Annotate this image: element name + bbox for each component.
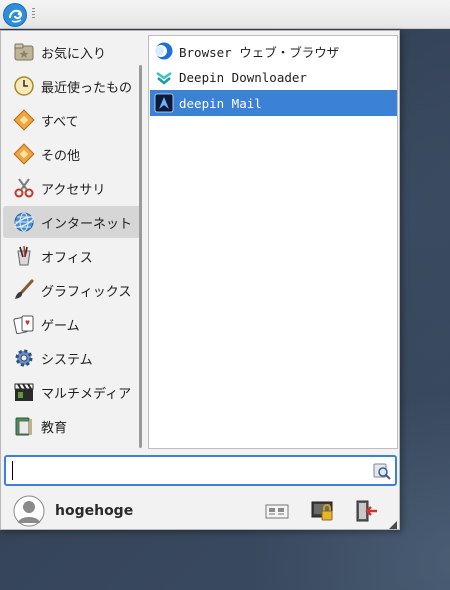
office-icon [17,245,31,266]
browser-icon [155,42,173,60]
application-menu: お気に入り 最近使ったもの すべて その他 アクセサリ インターネット オフィス… [0,30,400,530]
app-label: Browser ウェブ・ブラウザ [179,44,340,60]
category-system[interactable]: システム [3,342,141,374]
deepin-launcher-icon [9,9,23,23]
category-label: アクセサリ [41,182,106,198]
category-other[interactable]: その他 [3,138,141,170]
deepin-downloader-icon [156,71,172,85]
games-cards-icon [13,315,34,335]
category-scrollbar[interactable] [139,65,142,448]
search-input[interactable] [12,461,362,480]
app-label: Deepin Downloader [179,69,307,85]
category-label: システム [41,352,93,368]
search-icon[interactable] [373,462,391,480]
lock-screen-button[interactable] [311,499,335,523]
category-favorites[interactable]: お気に入り [3,36,141,68]
category-label: お気に入り [41,46,107,62]
recent-clock-icon [14,76,34,96]
category-list: お気に入り 最近使ったもの すべて その他 アクセサリ インターネット オフィス… [3,33,141,447]
app-item-deepin-downloader[interactable]: Deepin Downloader [150,64,397,90]
category-office[interactable]: オフィス [3,240,141,272]
category-recent[interactable]: 最近使ったもの [3,70,141,102]
other-applications-icon [13,143,35,165]
internet-globe-icon [14,212,34,232]
app-label: deepin Mail [179,95,262,111]
application-list: Browser ウェブ・ブラウザ Deepin Downloader deepi… [148,35,398,449]
category-internet[interactable]: インターネット [3,206,141,238]
category-games[interactable]: ゲーム [3,308,141,340]
username-label: hogehoge [55,503,134,519]
accessories-scissors-icon [14,178,34,198]
category-label: グラフィックス [41,284,132,300]
user-avatar-icon [13,495,45,527]
system-gear-icon [15,349,33,367]
category-label: マルチメディア [41,386,132,402]
favorites-folder-icon [14,43,34,61]
app-item-browser[interactable]: Browser ウェブ・ブラウザ [150,38,397,64]
deepin-mail-icon [154,93,174,113]
search-box [4,455,397,486]
switch-user-button[interactable] [265,499,289,523]
category-label: 教育 [41,420,68,436]
logout-button[interactable] [355,499,379,523]
category-accessories[interactable]: アクセサリ [3,172,141,204]
category-label: インターネット [41,216,133,232]
logout-icon [356,500,377,522]
category-education[interactable]: 教育 [3,410,141,442]
category-label: その他 [41,148,81,164]
all-applications-icon [13,109,35,131]
switch-user-icon [265,504,289,519]
category-label: 最近使ったもの [41,80,133,96]
category-all[interactable]: すべて [3,104,141,136]
category-multimedia[interactable]: マルチメディア [3,376,141,408]
education-icon [15,417,32,436]
panel-grip-icon[interactable] [32,8,35,20]
multimedia-clapper-icon [14,383,34,401]
app-item-deepin-mail[interactable]: deepin Mail [150,90,397,116]
lock-screen-icon [311,501,333,521]
category-graphics[interactable]: グラフィックス [3,274,141,306]
menu-footer: hogehoge [1,491,399,531]
category-label: オフィス [41,250,93,266]
category-label: ゲーム [41,318,80,334]
resize-grip-icon[interactable] [389,521,397,529]
launcher-button[interactable] [3,3,27,27]
top-panel [0,0,450,29]
category-label: すべて [41,114,79,130]
graphics-brush-icon [15,279,34,299]
